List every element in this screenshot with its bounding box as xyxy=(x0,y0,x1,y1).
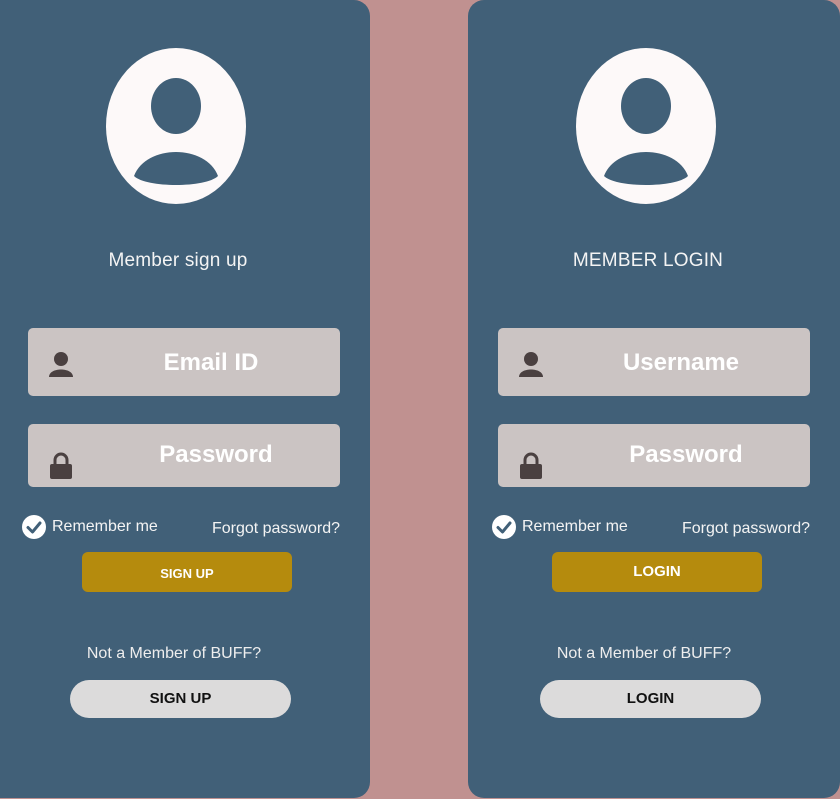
forgot-password-link[interactable]: Forgot password? xyxy=(682,520,810,538)
username-field-placeholder: Username xyxy=(622,349,740,376)
login-panel: MEMBER LOGIN Username Password Remember … xyxy=(468,0,840,798)
lock-icon xyxy=(520,452,542,479)
remember-me-label: Remember me xyxy=(522,518,628,535)
page-title: Member sign up xyxy=(108,250,248,271)
user-icon xyxy=(49,352,73,377)
password-field-placeholder: Password xyxy=(159,441,273,468)
password-field[interactable]: Password xyxy=(498,424,810,487)
page-title: MEMBER LOGIN xyxy=(572,250,724,271)
check-icon xyxy=(492,515,516,539)
password-field[interactable]: Password xyxy=(28,424,340,487)
password-field-placeholder: Password xyxy=(629,441,743,468)
email-field-placeholder: Email ID xyxy=(163,349,259,376)
not-member-text: Not a Member of BUFF? xyxy=(556,645,732,662)
user-icon xyxy=(519,352,543,377)
remember-me-label: Remember me xyxy=(52,518,158,535)
signup-panel: Member sign up Email ID Password Remembe… xyxy=(0,0,370,798)
username-field[interactable]: Username xyxy=(498,328,810,396)
sign-up-button[interactable]: SIGN UP xyxy=(82,552,292,592)
user-avatar-icon xyxy=(106,48,246,204)
remember-me-checkbox[interactable]: Remember me xyxy=(22,515,158,539)
check-icon xyxy=(22,515,46,539)
remember-me-checkbox[interactable]: Remember me xyxy=(492,515,628,539)
secondary-sign-up-button[interactable]: SIGN UP xyxy=(70,680,291,718)
forgot-password-link[interactable]: Forgot password? xyxy=(212,520,340,538)
email-field[interactable]: Email ID xyxy=(28,328,340,396)
login-button[interactable]: LOGIN xyxy=(552,552,762,592)
user-avatar-icon xyxy=(576,48,716,204)
lock-icon xyxy=(50,452,72,479)
secondary-login-button[interactable]: LOGIN xyxy=(540,680,761,718)
not-member-text: Not a Member of BUFF? xyxy=(86,645,262,662)
